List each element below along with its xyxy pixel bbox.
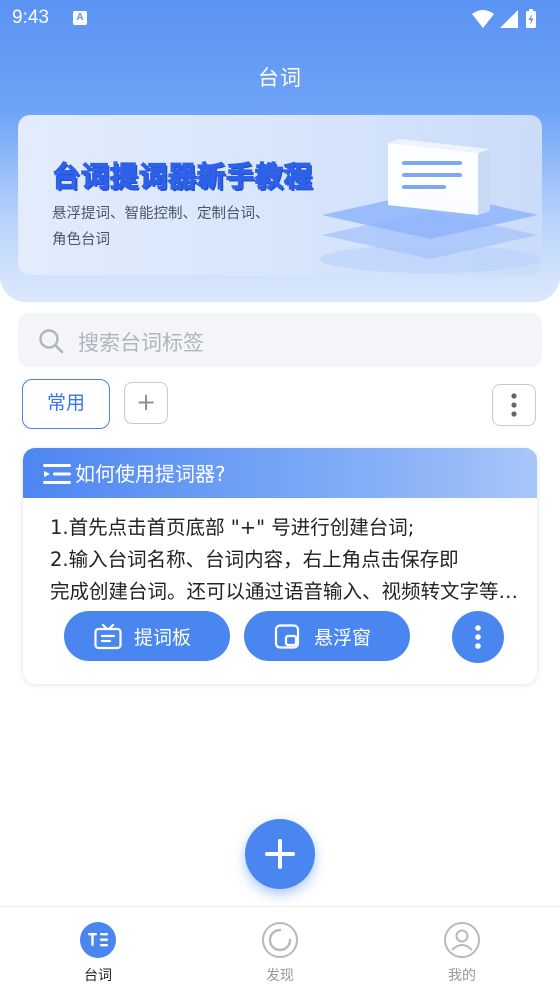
card-more-button[interactable] — [452, 611, 504, 663]
nav-tab-scripts[interactable]: 台词 — [38, 907, 158, 995]
more-vertical-icon — [511, 393, 517, 417]
banner-title: 台词提词器新手教程 — [51, 159, 314, 193]
script-card[interactable]: 如何使用提词器? 1.首先点击首页底部 "+" 号进行创建台词; 2.输入台词名… — [23, 448, 537, 684]
page-title: 台词 — [258, 66, 302, 90]
profile-icon — [443, 921, 481, 963]
more-vertical-icon — [475, 625, 481, 649]
scripts-icon — [79, 921, 117, 963]
search-input[interactable]: 搜索台词标签 — [78, 327, 204, 357]
document-layers-illustration — [318, 123, 542, 275]
card-content: 1.首先点击首页底部 "+" 号进行创建台词; 2.输入台词名称、台词内容，右上… — [50, 516, 520, 603]
teleprompter-board-button[interactable]: 提词板 — [64, 611, 230, 661]
battery-icon — [526, 9, 536, 28]
wifi-icon — [472, 10, 494, 28]
banner-description: 悬浮提词、智能控制、定制台词、 角色台词 — [52, 206, 270, 248]
search-icon — [38, 328, 64, 358]
add-script-fab[interactable] — [245, 819, 315, 889]
float-button-label: 悬浮窗 — [314, 627, 372, 649]
nav-tab-mine[interactable]: 我的 — [402, 907, 522, 995]
add-tag-button[interactable]: + — [124, 382, 168, 424]
status-time: 9:43 — [12, 7, 49, 28]
card-title: 如何使用提词器? — [75, 462, 226, 486]
status-bar: 9:43 A — [0, 0, 560, 40]
tag-more-button[interactable] — [492, 384, 536, 426]
floating-window-icon — [274, 624, 302, 655]
nav-label: 发现 — [266, 968, 294, 984]
nav-label: 台词 — [84, 968, 112, 984]
nav-label: 我的 — [448, 968, 476, 984]
nav-tab-discover[interactable]: 发现 — [220, 907, 340, 995]
tutorial-banner[interactable]: 台词提词器新手教程 悬浮提词、智能控制、定制台词、 角色台词 — [18, 115, 542, 275]
discover-icon — [261, 921, 299, 963]
status-icons — [470, 8, 550, 34]
signal-icon — [500, 10, 518, 28]
notification-icon: A — [73, 11, 87, 25]
search-bar[interactable]: 搜索台词标签 — [18, 313, 542, 367]
card-header: 如何使用提词器? — [23, 448, 537, 498]
floating-window-button[interactable]: 悬浮窗 — [244, 611, 410, 661]
tag-common[interactable]: 常用 — [22, 379, 110, 429]
board-icon — [94, 623, 122, 655]
board-button-label: 提词板 — [134, 627, 192, 649]
script-list-icon — [43, 462, 71, 490]
bottom-navigation: 台词 发现 我的 — [0, 906, 560, 995]
plus-icon — [265, 839, 295, 869]
